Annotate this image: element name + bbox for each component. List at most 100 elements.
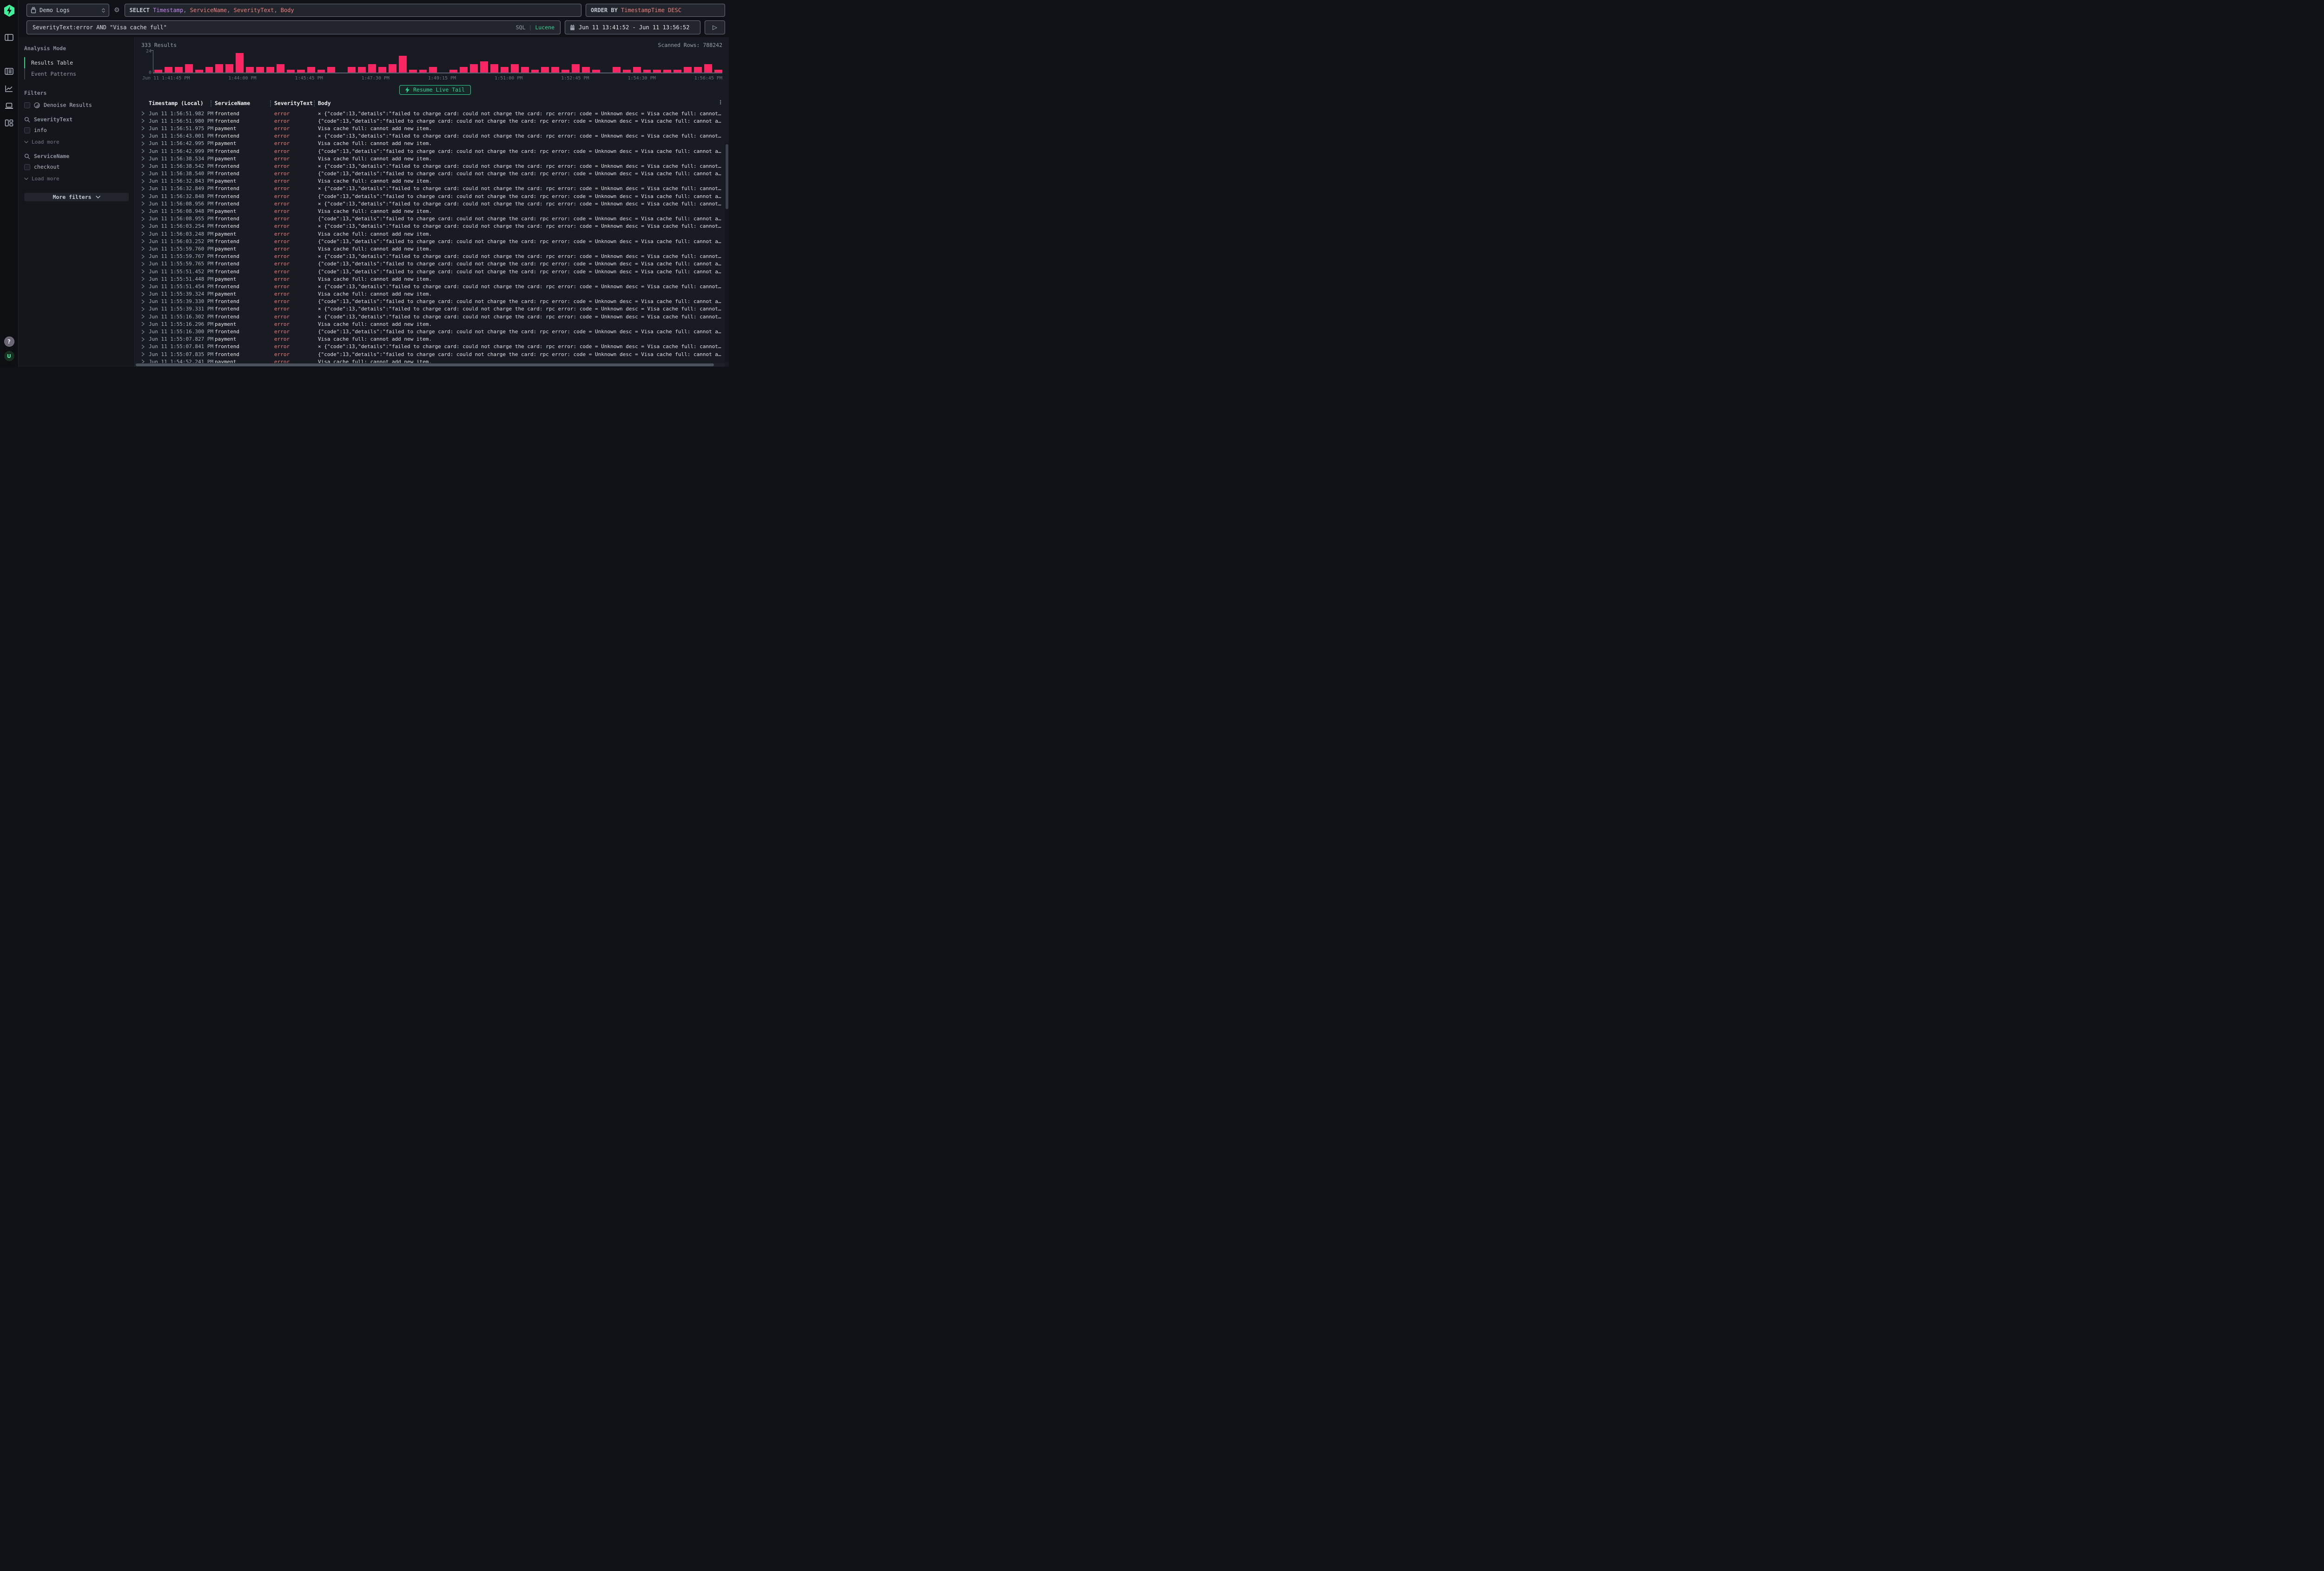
table-row[interactable]: Jun 11 1:55:16.302 PMfrontenderror× {"co… [141,313,724,320]
table-row[interactable]: Jun 11 1:56:43.001 PMfrontenderror× {"co… [141,132,724,140]
table-row[interactable]: Jun 11 1:56:38.534 PMpaymenterrorVisa ca… [141,155,724,162]
search-query-input[interactable]: SeverityText:error AND "Visa cache full"… [26,20,561,34]
table-row[interactable]: Jun 11 1:56:42.999 PMfrontenderror{"code… [141,147,724,155]
col-servicename[interactable]: ServiceName [215,100,274,106]
collapse-panel-icon[interactable] [5,33,13,41]
row-expand-chevron-icon[interactable] [141,277,149,281]
table-row[interactable]: Jun 11 1:56:38.542 PMfrontenderror× {"co… [141,162,724,170]
table-row[interactable]: Jun 11 1:56:38.540 PMfrontenderror{"code… [141,170,724,178]
table-row[interactable]: Jun 11 1:56:03.252 PMfrontenderror{"code… [141,238,724,245]
table-row[interactable]: Jun 11 1:56:08.956 PMfrontenderror× {"co… [141,200,724,207]
row-expand-chevron-icon[interactable] [141,186,149,191]
row-expand-chevron-icon[interactable] [141,299,149,304]
dashboards-icon[interactable] [5,119,13,127]
mode-sql[interactable]: SQL [516,24,526,31]
row-expand-chevron-icon[interactable] [141,156,149,161]
user-avatar[interactable]: U [4,351,14,361]
table-row[interactable]: Jun 11 1:55:51.454 PMfrontenderror× {"co… [141,283,724,290]
row-expand-chevron-icon[interactable] [141,201,149,206]
row-expand-chevron-icon[interactable] [141,292,149,297]
table-row[interactable]: Jun 11 1:55:39.324 PMpaymenterrorVisa ca… [141,290,724,298]
filter-group-servicename[interactable]: ServiceName [24,153,129,159]
more-filters-button[interactable]: More filters [24,193,129,201]
vertical-scrollbar-thumb[interactable] [726,144,728,209]
row-expand-chevron-icon[interactable] [141,337,149,342]
col-timestamp[interactable]: Timestamp (Local) [149,100,215,106]
filter-group-severitytext[interactable]: SeverityText [24,116,129,123]
row-expand-chevron-icon[interactable] [141,172,149,176]
row-expand-chevron-icon[interactable] [141,111,149,116]
chart-metrics-icon[interactable] [5,85,13,92]
select-columns-input[interactable]: SELECT Timestamp, ServiceName, SeverityT… [125,4,581,17]
col-severitytext[interactable]: SeverityText [274,100,318,106]
info-checkbox[interactable] [24,127,30,133]
row-expand-chevron-icon[interactable] [141,330,149,334]
sessions-laptop-icon[interactable] [5,102,13,110]
row-expand-chevron-icon[interactable] [141,344,149,349]
row-expand-chevron-icon[interactable] [141,164,149,168]
row-expand-chevron-icon[interactable] [141,254,149,259]
table-row[interactable]: Jun 11 1:56:08.955 PMfrontenderror{"code… [141,215,724,223]
row-expand-chevron-icon[interactable] [141,307,149,311]
row-expand-chevron-icon[interactable] [141,141,149,146]
row-expand-chevron-icon[interactable] [141,352,149,356]
table-row[interactable]: Jun 11 1:55:07.835 PMfrontenderror{"code… [141,350,724,358]
source-settings-gear-icon[interactable]: ⚙ [113,7,120,14]
table-row[interactable]: Jun 11 1:56:51.975 PMpaymenterrorVisa ca… [141,125,724,132]
order-by-input[interactable]: ORDER BY TimestampTime DESC [586,4,725,17]
row-expand-chevron-icon[interactable] [141,262,149,266]
table-row[interactable]: Jun 11 1:55:39.331 PMfrontenderror× {"co… [141,305,724,313]
table-row[interactable]: Jun 11 1:56:32.849 PMfrontenderror× {"co… [141,185,724,192]
row-expand-chevron-icon[interactable] [141,231,149,236]
row-expand-chevron-icon[interactable] [141,284,149,289]
horizontal-scrollbar-thumb[interactable] [136,363,714,366]
row-expand-chevron-icon[interactable] [141,119,149,123]
table-row[interactable]: Jun 11 1:55:59.767 PMfrontenderror× {"co… [141,253,724,260]
vertical-scrollbar[interactable] [725,143,729,362]
row-expand-chevron-icon[interactable] [141,134,149,139]
mode-lucene[interactable]: Lucene [535,24,555,31]
tab-results-table[interactable]: Results Table [24,57,129,68]
checkout-checkbox[interactable] [24,164,30,170]
table-row[interactable]: Jun 11 1:56:51.982 PMfrontenderror× {"co… [141,110,724,117]
column-settings-icon[interactable]: ⋮ [718,99,724,106]
table-row[interactable]: Jun 11 1:56:32.848 PMfrontenderror{"code… [141,192,724,200]
row-expand-chevron-icon[interactable] [141,209,149,214]
row-expand-chevron-icon[interactable] [141,194,149,198]
table-row[interactable]: Jun 11 1:56:32.843 PMpaymenterrorVisa ca… [141,178,724,185]
row-expand-chevron-icon[interactable] [141,314,149,319]
row-expand-chevron-icon[interactable] [141,149,149,153]
table-row[interactable]: Jun 11 1:55:39.330 PMfrontenderror{"code… [141,298,724,305]
row-expand-chevron-icon[interactable] [141,224,149,229]
resume-live-tail-button[interactable]: Resume Live Tail [399,85,471,95]
row-expand-chevron-icon[interactable] [141,269,149,274]
table-row[interactable]: Jun 11 1:55:16.296 PMpaymenterrorVisa ca… [141,320,724,328]
source-select[interactable]: Demo Logs [26,4,109,17]
horizontal-scrollbar[interactable] [135,363,725,367]
row-expand-chevron-icon[interactable] [141,246,149,251]
row-expand-chevron-icon[interactable] [141,217,149,221]
row-expand-chevron-icon[interactable] [141,126,149,131]
search-logs-icon[interactable] [5,67,13,75]
table-row[interactable]: Jun 11 1:56:42.995 PMpaymenterrorVisa ca… [141,140,724,147]
help-button[interactable]: ? [4,337,14,347]
col-body[interactable]: Body [318,100,724,106]
row-expand-chevron-icon[interactable] [141,239,149,244]
table-row[interactable]: Jun 11 1:55:59.765 PMfrontenderror{"code… [141,260,724,268]
table-row[interactable]: Jun 11 1:55:07.827 PMpaymenterrorVisa ca… [141,336,724,343]
filter-option-info[interactable]: info [24,127,129,133]
denoise-checkbox[interactable] [24,102,30,108]
denoise-results-toggle[interactable]: Denoise Results [24,102,129,108]
table-row[interactable]: Jun 11 1:55:51.448 PMpaymenterrorVisa ca… [141,275,724,283]
table-row[interactable]: Jun 11 1:55:59.760 PMpaymenterrorVisa ca… [141,245,724,252]
load-more-servicename[interactable]: Load more [24,176,129,182]
tab-event-patterns[interactable]: Event Patterns [24,68,129,79]
date-range-picker[interactable]: Jun 11 13:41:52 - Jun 11 13:56:52 [565,20,700,34]
table-row[interactable]: Jun 11 1:56:03.248 PMpaymenterrorVisa ca… [141,230,724,238]
filter-option-checkout[interactable]: checkout [24,164,129,170]
app-logo-icon[interactable] [4,5,15,19]
row-expand-chevron-icon[interactable] [141,322,149,326]
histogram-bars[interactable] [153,50,722,73]
table-row[interactable]: Jun 11 1:55:16.300 PMfrontenderror{"code… [141,328,724,335]
table-row[interactable]: Jun 11 1:56:51.980 PMfrontenderror{"code… [141,117,724,125]
